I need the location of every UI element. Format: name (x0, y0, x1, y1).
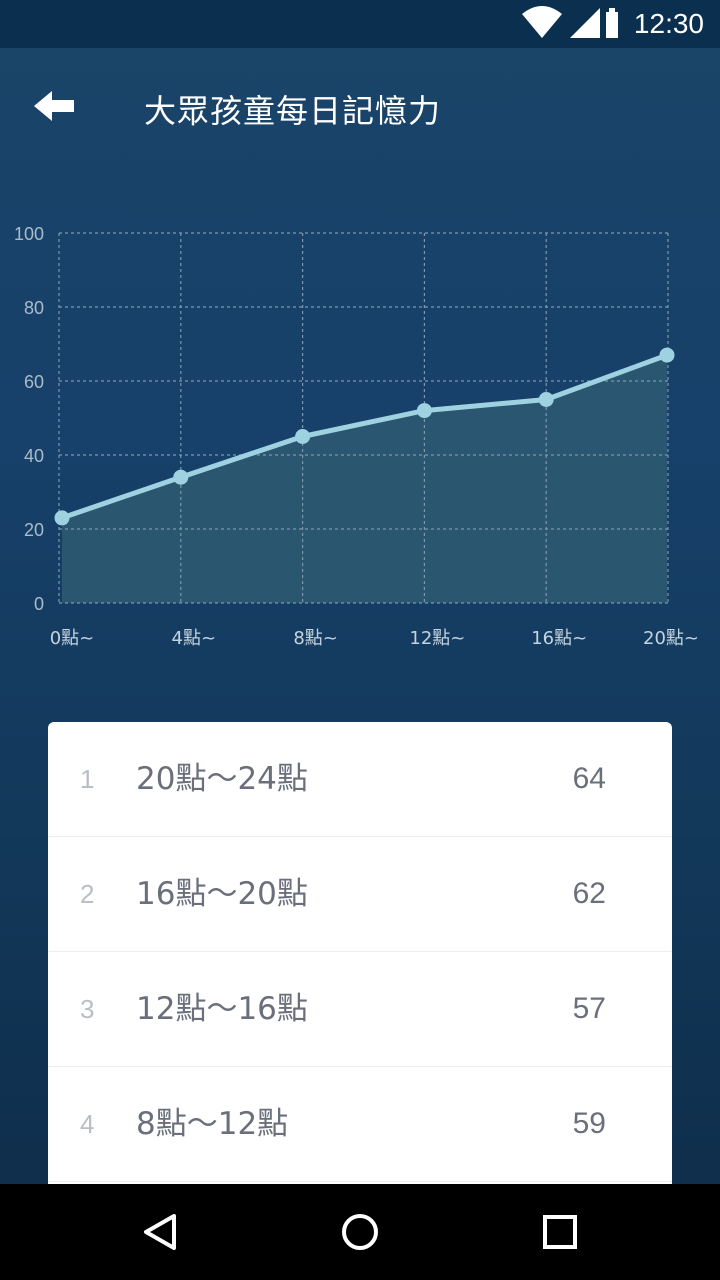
x-tick-label: 12點~ (409, 628, 465, 649)
chart-svg: 0 20 40 60 80 100 0點~ 4點~ 8點~ 12點~ 16點~ 20點~ (14, 224, 699, 649)
status-bar: 12:30 (0, 0, 720, 48)
y-tick-label: 0 (34, 594, 44, 614)
x-tick-label: 8點~ (293, 628, 338, 649)
data-point (659, 347, 675, 363)
y-tick-label: 80 (24, 298, 44, 318)
row-score: 57 (572, 992, 606, 1025)
home-circle-icon[interactable] (330, 1202, 390, 1262)
ranking-card: 1 20點～24點 64 2 16點～20點 62 3 12點～16點 57 4… (48, 722, 672, 1192)
data-point (295, 429, 311, 444)
row-index: 1 (80, 764, 95, 794)
signal-icon (570, 8, 600, 38)
status-time: 12:30 (633, 8, 704, 39)
data-point (54, 510, 70, 526)
memory-chart: 0 20 40 60 80 100 0點~ 4點~ 8點~ 12點~ 16點~ 20點~ (0, 210, 720, 670)
x-tick-label: 4點~ (172, 628, 217, 649)
y-tick-label: 60 (24, 372, 44, 392)
row-time-range: 12點～16點 (136, 991, 308, 1027)
navigation-bar (0, 1184, 720, 1280)
list-item[interactable]: 3 12點～16點 57 (48, 952, 672, 1067)
row-score: 62 (572, 877, 606, 910)
data-point (173, 469, 189, 485)
x-tick-label: 16點~ (531, 628, 587, 649)
wifi-icon (522, 6, 562, 38)
row-index: 3 (80, 994, 95, 1024)
row-index: 2 (80, 879, 95, 909)
arrow-left-icon (34, 91, 74, 121)
row-time-range: 16點～20點 (136, 876, 308, 912)
y-tick-label: 20 (24, 520, 44, 540)
x-tick-label: 20點~ (643, 628, 699, 649)
list-item[interactable]: 2 16點～20點 62 (48, 837, 672, 952)
page-title: 大眾孩童每日記憶力 (144, 92, 442, 130)
row-score: 64 (572, 762, 606, 795)
row-time-range: 8點～12點 (136, 1106, 289, 1142)
back-triangle-icon[interactable] (130, 1202, 190, 1262)
chart-area-fill (62, 355, 667, 603)
app-bar: 大眾孩童每日記憶力 (0, 48, 720, 160)
data-point (538, 392, 554, 407)
list-item[interactable]: 4 8點～12點 59 (48, 1067, 672, 1182)
row-time-range: 20點～24點 (136, 761, 308, 797)
y-tick-label: 100 (14, 224, 44, 244)
battery-icon (606, 8, 618, 38)
x-tick-label: 0點~ (50, 628, 95, 649)
row-score: 59 (572, 1107, 606, 1140)
recents-square-icon[interactable] (530, 1202, 590, 1262)
back-button[interactable] (22, 78, 86, 134)
list-item[interactable]: 1 20點～24點 64 (48, 722, 672, 837)
status-icons (522, 6, 618, 38)
data-point (416, 403, 432, 419)
y-tick-label: 40 (24, 446, 44, 466)
row-index: 4 (80, 1109, 95, 1139)
